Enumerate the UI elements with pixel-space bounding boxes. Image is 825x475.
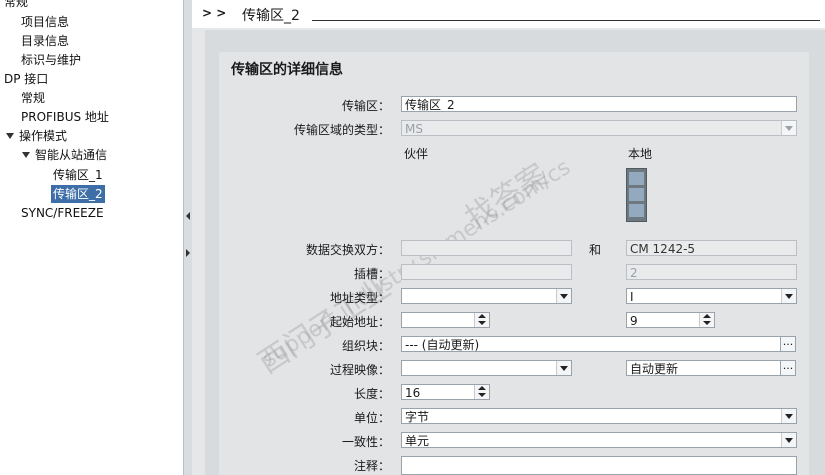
tree-item-dp-interface[interactable]: DP 接口 bbox=[4, 70, 48, 88]
tree-item-operating-mode[interactable]: 操作模式 bbox=[6, 127, 67, 145]
chevron-down-icon[interactable] bbox=[781, 289, 796, 303]
tree-item-profibus-address[interactable]: PROFIBUS 地址 bbox=[21, 108, 109, 126]
chevron-down-icon[interactable] bbox=[781, 433, 796, 447]
local-device-field: CM 1242-5 bbox=[626, 240, 797, 256]
chevron-down-icon bbox=[781, 121, 796, 135]
partner-start-address-stepper[interactable] bbox=[401, 312, 490, 328]
partner-column-header: 伙伴 bbox=[404, 147, 429, 161]
local-address-type-select[interactable]: I bbox=[626, 288, 797, 304]
unit-label: 单位： bbox=[353, 411, 390, 425]
breadcrumb-bar: > > 传输区_2 bbox=[192, 0, 825, 28]
section-title: 传输区的详细信息 bbox=[231, 62, 343, 78]
tree-item-project-info[interactable]: 项目信息 bbox=[21, 13, 69, 31]
partner-slot-field bbox=[401, 264, 572, 280]
partner-address-type-select[interactable] bbox=[401, 288, 572, 304]
tree-item-general[interactable]: 常规 bbox=[4, 0, 28, 11]
local-slot-field: 2 bbox=[626, 264, 797, 280]
stepper-arrows-icon[interactable] bbox=[474, 313, 489, 327]
expand-triangle-icon[interactable] bbox=[22, 151, 30, 158]
partner-process-image-select[interactable] bbox=[401, 360, 572, 376]
tree-item-label: 操作模式 bbox=[19, 129, 68, 143]
process-image-label: 过程映像： bbox=[329, 363, 390, 377]
pane-splitter[interactable] bbox=[183, 0, 192, 475]
address-type-label: 地址类型： bbox=[329, 291, 390, 305]
consistency-value: 单元 bbox=[405, 434, 430, 448]
expand-right-arrow-icon[interactable] bbox=[186, 249, 190, 257]
chevron-down-icon[interactable] bbox=[556, 361, 571, 375]
navigation-tree: 常规 项目信息 目录信息 标识与维护 DP 接口 常规 PROFIBUS 地址 … bbox=[0, 0, 183, 475]
expand-triangle-icon[interactable] bbox=[6, 132, 14, 139]
stepper-arrows-icon[interactable] bbox=[699, 313, 714, 327]
tree-item-identification[interactable]: 标识与维护 bbox=[21, 51, 81, 69]
partner-device-field bbox=[401, 240, 572, 256]
area-type-label: 传输区域的类型： bbox=[293, 123, 390, 137]
area-type-select: MS bbox=[401, 120, 797, 136]
exchange-partners-label: 数据交换双方： bbox=[305, 243, 390, 257]
tree-item-islave-comm[interactable]: 智能从站通信 bbox=[22, 146, 107, 164]
transfer-area-name-input[interactable]: 传输区_2 bbox=[401, 96, 797, 112]
and-label: 和 bbox=[589, 243, 602, 257]
transfer-area-label: 传输区： bbox=[341, 99, 390, 113]
consistency-label: 一致性： bbox=[341, 435, 390, 449]
org-block-field[interactable]: --- (自动更新) bbox=[401, 336, 781, 352]
tree-item-transfer-area-2[interactable]: 传输区_2 bbox=[51, 185, 105, 203]
local-process-image-field[interactable]: 自动更新 bbox=[626, 360, 781, 376]
breadcrumb-title: 传输区_2 bbox=[242, 8, 300, 24]
tree-item-sync-freeze[interactable]: SYNC/FREEZE bbox=[21, 204, 104, 222]
length-value: 16 bbox=[405, 386, 421, 400]
org-block-browse-button[interactable]: ... bbox=[780, 336, 796, 352]
collapse-left-arrow-icon[interactable] bbox=[186, 212, 190, 220]
local-column-header: 本地 bbox=[628, 147, 653, 161]
local-address-type-value: I bbox=[630, 290, 634, 304]
length-label: 长度： bbox=[353, 387, 390, 401]
chevron-down-icon[interactable] bbox=[781, 409, 796, 423]
breadcrumb-arrows-icon: > > bbox=[202, 6, 227, 20]
consistency-select[interactable]: 单元 bbox=[401, 432, 797, 448]
tree-item-transfer-area-1[interactable]: 传输区_1 bbox=[53, 166, 103, 184]
area-type-value: MS bbox=[405, 122, 423, 136]
breadcrumb-underline bbox=[312, 20, 820, 21]
comment-label: 注释： bbox=[353, 459, 390, 473]
slot-label: 插槽： bbox=[353, 267, 390, 281]
unit-select[interactable]: 字节 bbox=[401, 408, 797, 424]
module-icon bbox=[626, 168, 647, 222]
comment-textarea[interactable] bbox=[401, 456, 797, 475]
tree-item-catalog-info[interactable]: 目录信息 bbox=[21, 32, 69, 50]
local-start-address-stepper[interactable]: 9 bbox=[626, 312, 715, 328]
process-image-browse-button[interactable]: ... bbox=[780, 360, 796, 376]
local-start-address-value: 9 bbox=[630, 314, 638, 328]
org-block-label: 组织块： bbox=[341, 339, 390, 353]
stepper-arrows-icon[interactable] bbox=[474, 385, 489, 399]
unit-value: 字节 bbox=[405, 410, 430, 424]
tree-item-label: 智能从站通信 bbox=[35, 148, 108, 162]
start-address-label: 起始地址： bbox=[329, 315, 390, 329]
chevron-down-icon[interactable] bbox=[556, 289, 571, 303]
tree-item-dp-general[interactable]: 常规 bbox=[21, 89, 45, 107]
length-stepper[interactable]: 16 bbox=[401, 384, 490, 400]
